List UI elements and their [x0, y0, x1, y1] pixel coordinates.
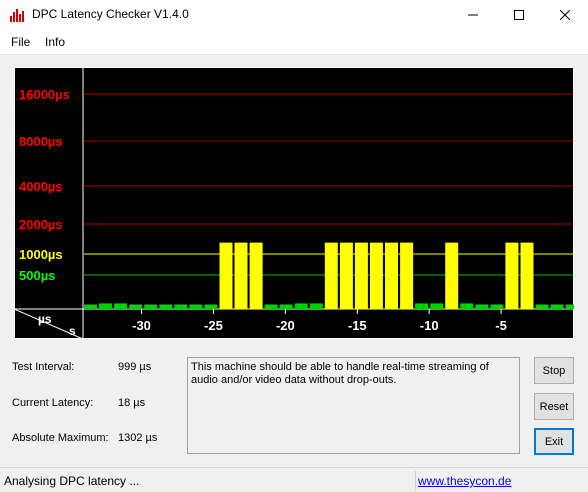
x-tick-label: -10 [420, 318, 439, 333]
x-unit-label: s [69, 324, 76, 338]
x-tick-label: -5 [495, 318, 507, 333]
latency-bar [339, 242, 353, 309]
website-link[interactable]: www.thesycon.de [418, 474, 511, 488]
latency-bar [204, 304, 218, 309]
status-message-text: This machine should be able to handle re… [191, 361, 489, 386]
menu-file[interactable]: File [11, 35, 30, 49]
y-tick-label-4000: 4000µs [19, 179, 63, 194]
latency-bar [400, 242, 414, 309]
test-interval-label: Test Interval: [12, 361, 75, 373]
latency-bar [430, 303, 444, 309]
minimize-icon [468, 14, 478, 16]
latency-bar [174, 304, 188, 309]
latency-bar [324, 242, 338, 309]
latency-chart: µs s 16000µs 8000µs 4000µs 2000µs 1000µs 500µ… [14, 67, 574, 339]
menu-info[interactable]: Info [45, 35, 65, 49]
y-tick-label-500: 500µs [19, 268, 55, 283]
maximize-icon [514, 10, 524, 20]
y-tick-label-16000: 16000µs [19, 87, 70, 102]
latency-bar [129, 304, 143, 309]
title-bar: DPC Latency Checker V1.4.0 [0, 0, 588, 30]
latency-bar [279, 304, 293, 309]
menu-divider [0, 54, 588, 55]
latency-bar [490, 304, 504, 309]
x-tick-label: -20 [276, 318, 295, 333]
chart-background [14, 67, 574, 339]
latency-bar [369, 242, 383, 309]
latency-bar [385, 242, 398, 309]
stop-button[interactable]: Stop [534, 357, 574, 384]
latency-bar [535, 304, 549, 309]
latency-bar [234, 242, 248, 309]
latency-bar [159, 304, 173, 309]
latency-bar [505, 242, 519, 309]
close-button[interactable] [542, 0, 588, 30]
exit-button[interactable]: Exit [534, 428, 574, 455]
status-text: Analysing DPC latency ... [4, 474, 140, 488]
maximize-button[interactable] [496, 0, 542, 30]
status-bar: Analysing DPC latency ... www.thesycon.d… [0, 467, 588, 492]
latency-bar [99, 303, 112, 309]
test-interval-value: 999 µs [118, 361, 152, 373]
latency-bar [264, 304, 278, 309]
latency-bar [219, 242, 233, 309]
latency-bar [565, 304, 574, 309]
reset-button[interactable]: Reset [534, 393, 574, 420]
current-latency-value: 18 µs [118, 397, 146, 409]
latency-bar [294, 303, 308, 309]
latency-bar [550, 304, 564, 309]
latency-bar [445, 242, 459, 309]
latency-bar [309, 303, 323, 309]
minimize-button[interactable] [450, 0, 496, 30]
latency-bar [415, 303, 429, 309]
absolute-maximum-value: 1302 µs [118, 432, 158, 444]
current-latency-label: Current Latency: [12, 397, 94, 409]
latency-bar [189, 304, 203, 309]
y-tick-label-8000: 8000µs [19, 134, 63, 149]
absolute-maximum-label: Absolute Maximum: [12, 432, 109, 444]
app-icon [10, 9, 24, 22]
menu-bar: File Info [0, 30, 588, 54]
latency-bar [460, 303, 474, 309]
latency-bar [520, 242, 534, 309]
y-tick-label-2000: 2000µs [19, 217, 63, 232]
x-tick-label: -15 [348, 318, 367, 333]
close-icon [560, 10, 570, 20]
y-tick-label-1000: 1000µs [19, 247, 63, 262]
latency-bar [144, 304, 158, 309]
x-tick-label: -30 [132, 318, 151, 333]
window-title: DPC Latency Checker V1.4.0 [32, 7, 189, 21]
status-message-box: This machine should be able to handle re… [187, 357, 520, 454]
latency-bar [84, 304, 97, 309]
x-tick-label: -25 [204, 318, 223, 333]
latency-bar [475, 304, 489, 309]
latency-bar [354, 242, 368, 309]
status-separator [415, 471, 416, 490]
y-unit-label: µs [38, 312, 52, 326]
latency-bar [114, 303, 128, 309]
latency-bar [249, 242, 263, 309]
